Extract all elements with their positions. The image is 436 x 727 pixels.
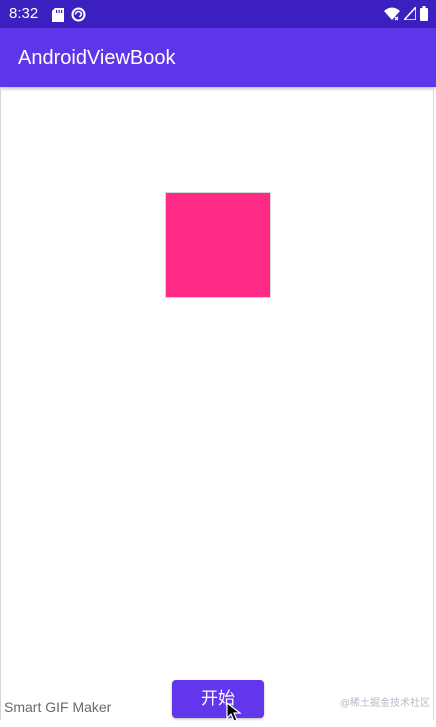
status-right-icons	[384, 4, 428, 26]
sd-card-icon	[52, 7, 64, 27]
status-time: 8:32	[9, 5, 39, 22]
animated-square	[165, 192, 271, 298]
signal-icon	[402, 4, 417, 25]
battery-icon	[420, 6, 428, 26]
app-bar: AndroidViewBook	[0, 28, 436, 87]
start-button[interactable]: 开始	[172, 680, 264, 718]
status-bar: 8:32	[0, 0, 436, 28]
sync-circle-icon	[71, 7, 86, 27]
content-area	[0, 87, 434, 720]
watermark-left: Smart GIF Maker	[4, 699, 112, 715]
status-left-icons	[52, 7, 86, 27]
wifi-icon	[384, 7, 400, 26]
watermark-right: @稀土掘金技术社区	[340, 698, 430, 709]
mouse-cursor-icon	[226, 701, 244, 722]
app-title: AndroidViewBook	[18, 47, 176, 69]
